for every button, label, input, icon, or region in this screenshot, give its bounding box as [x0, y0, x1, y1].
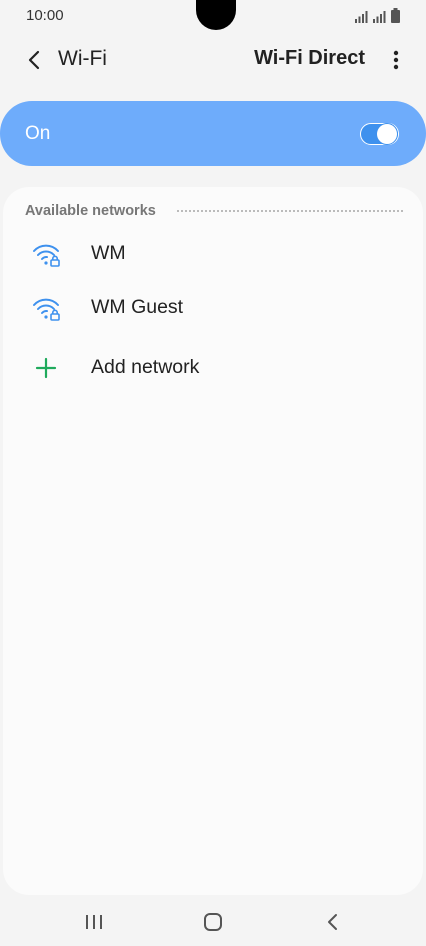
- back-nav-button[interactable]: [315, 908, 351, 936]
- add-network-button[interactable]: Add network: [3, 341, 423, 395]
- networks-card: Available networks WM WM Guest Add netwo…: [3, 187, 423, 895]
- wifi-status-label: On: [25, 123, 51, 144]
- status-bar: 10:00: [0, 0, 426, 34]
- signal-icon: [373, 11, 386, 23]
- battery-icon: [391, 8, 400, 23]
- network-name: WM: [91, 242, 126, 264]
- plus-icon: [35, 357, 57, 379]
- recent-apps-icon: [86, 915, 102, 929]
- wifi-master-toggle[interactable]: On: [0, 101, 426, 166]
- more-options-button[interactable]: [384, 44, 408, 76]
- status-icons: [355, 8, 400, 23]
- signal-icon: [355, 11, 368, 23]
- back-button[interactable]: [18, 44, 50, 76]
- home-button[interactable]: [195, 908, 231, 936]
- more-vertical-icon: [393, 50, 399, 70]
- available-networks-header: Available networks: [25, 203, 156, 219]
- home-icon: [204, 913, 222, 931]
- navigation-bar: [0, 898, 426, 946]
- wifi-lock-icon: [33, 298, 60, 321]
- chevron-left-icon: [328, 914, 337, 930]
- network-name: WM Guest: [91, 296, 184, 318]
- camera-notch: [196, 0, 236, 30]
- network-item-wm-guest[interactable]: WM Guest: [3, 281, 423, 335]
- network-item-wm[interactable]: WM: [3, 227, 423, 281]
- wifi-direct-button[interactable]: Wi-Fi Direct: [254, 47, 365, 70]
- recent-apps-button[interactable]: [76, 908, 112, 936]
- page-title: Wi-Fi: [58, 47, 107, 70]
- switch-knob: [376, 122, 398, 145]
- chevron-left-icon: [28, 50, 40, 70]
- section-divider: [177, 210, 403, 212]
- status-time: 10:00: [26, 7, 64, 24]
- wifi-switch[interactable]: [360, 122, 399, 145]
- phone-screen: 10:00 Wi-Fi Wi-Fi Direct On Available ne…: [0, 0, 426, 946]
- add-network-label: Add network: [91, 356, 200, 378]
- wifi-lock-icon: [33, 244, 60, 267]
- app-bar: Wi-Fi Wi-Fi Direct: [0, 34, 426, 86]
